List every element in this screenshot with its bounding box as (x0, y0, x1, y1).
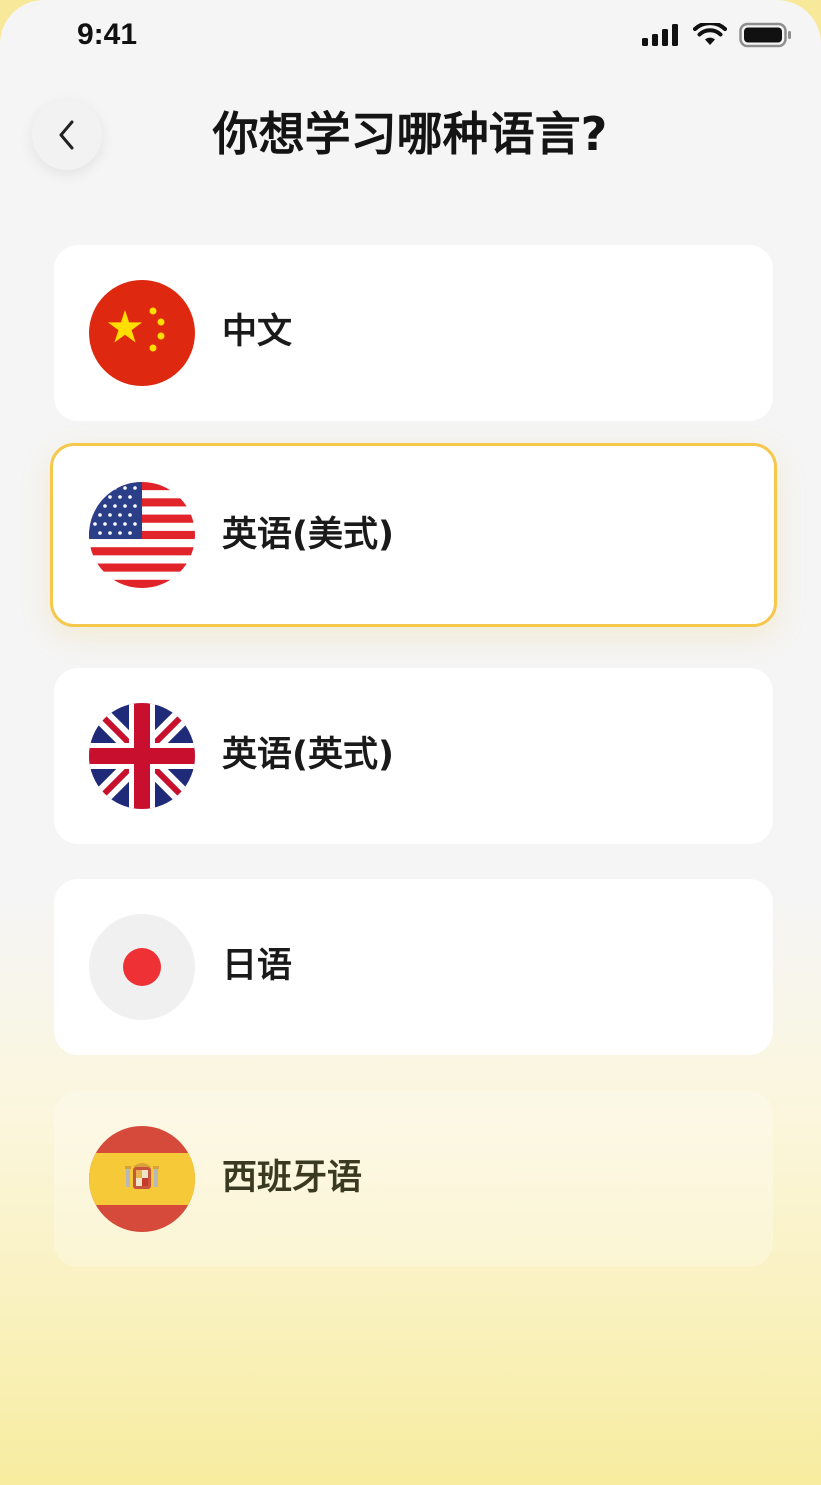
japan-flag-icon (89, 914, 195, 1020)
wifi-icon (693, 23, 727, 45)
spain-flag-icon (89, 1126, 195, 1232)
language-label: 西班牙语 (222, 1158, 363, 1198)
screen: 9:41 你想学习哪种语言? 中文 英语(美式) 英语(英式) 日语 西班牙语 (0, 0, 821, 1485)
language-label: 英语(英式) (222, 735, 394, 775)
signal-icon (642, 24, 678, 46)
status-icons (641, 22, 793, 48)
language-label: 英语(美式) (222, 515, 394, 555)
language-label: 日语 (222, 946, 293, 986)
chevron-left-icon (59, 120, 74, 150)
page-title: 你想学习哪种语言? (212, 107, 608, 161)
uk-flag-icon (89, 703, 195, 809)
language-label: 中文 (222, 312, 293, 352)
back-button[interactable] (32, 100, 102, 170)
status-bar: 9:41 (0, 0, 821, 72)
language-option-english-us[interactable]: 英语(美式) (50, 443, 777, 627)
language-option-english-uk[interactable]: 英语(英式) (54, 668, 773, 844)
language-option-spanish[interactable]: 西班牙语 (54, 1091, 773, 1267)
status-time: 9:41 (77, 18, 138, 51)
language-option-japanese[interactable]: 日语 (54, 879, 773, 1055)
battery-icon (739, 22, 791, 48)
usa-flag-icon (89, 482, 195, 588)
language-option-chinese[interactable]: 中文 (54, 245, 773, 421)
china-flag-icon (89, 280, 195, 386)
